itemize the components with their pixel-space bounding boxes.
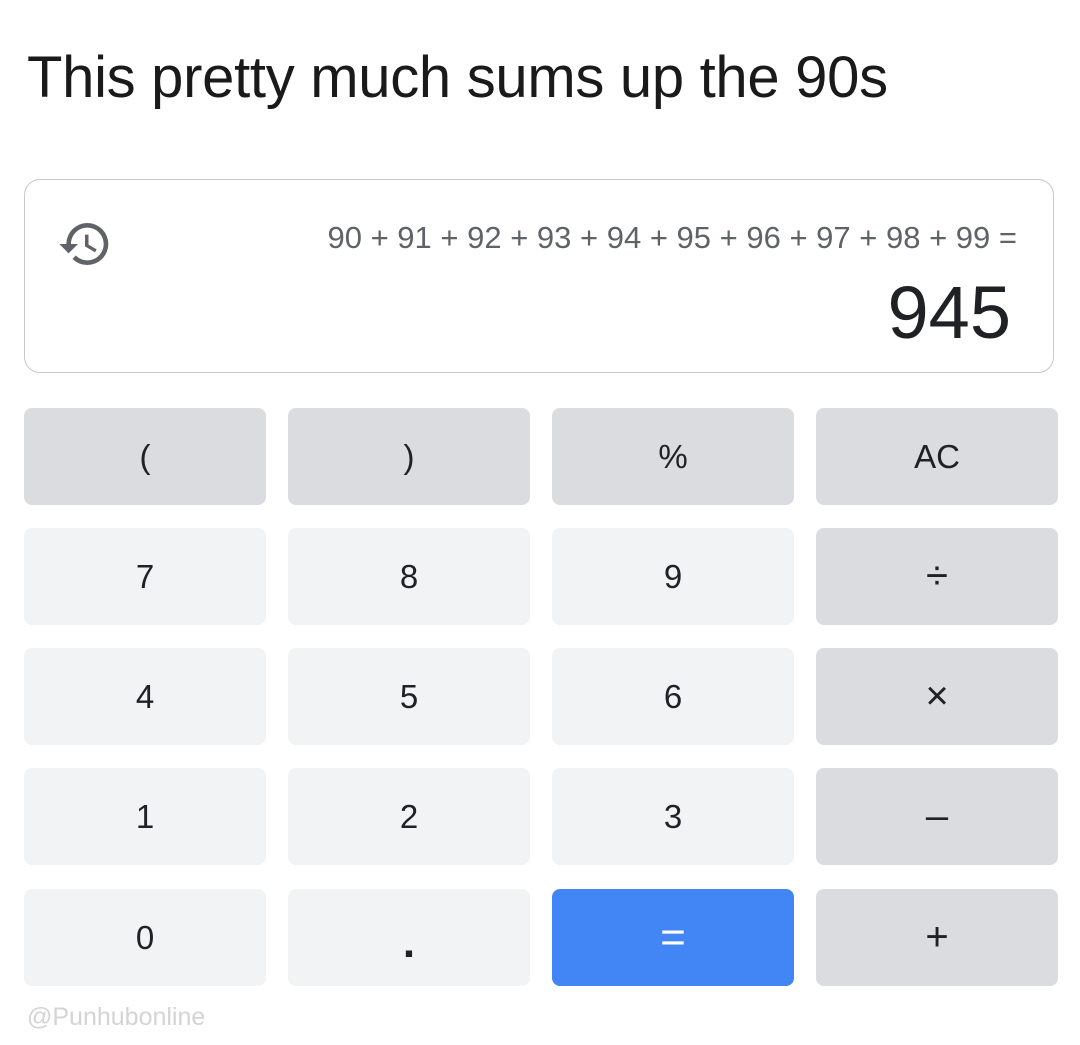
- minus-button[interactable]: –: [816, 768, 1058, 865]
- open-paren-button[interactable]: (: [24, 408, 266, 505]
- calculator-display: 90 + 91 + 92 + 93 + 94 + 95 + 96 + 97 + …: [24, 179, 1054, 373]
- digit-6-button[interactable]: 6: [552, 648, 794, 745]
- multiply-button[interactable]: ×: [816, 648, 1058, 745]
- digit-8-button[interactable]: 8: [288, 528, 530, 625]
- plus-button[interactable]: +: [816, 889, 1058, 986]
- calculator-keypad: ( ) % AC 7 8 9 ÷ 4 5 6 × 1 2 3 – 0 . = +: [24, 408, 1058, 988]
- digit-1-button[interactable]: 1: [24, 768, 266, 865]
- expression-text: 90 + 91 + 92 + 93 + 94 + 95 + 96 + 97 + …: [327, 220, 1018, 255]
- percent-button[interactable]: %: [552, 408, 794, 505]
- history-icon[interactable]: [57, 216, 113, 272]
- digit-3-button[interactable]: 3: [552, 768, 794, 865]
- digit-4-button[interactable]: 4: [24, 648, 266, 745]
- digit-5-button[interactable]: 5: [288, 648, 530, 745]
- digit-9-button[interactable]: 9: [552, 528, 794, 625]
- digit-7-button[interactable]: 7: [24, 528, 266, 625]
- digit-2-button[interactable]: 2: [288, 768, 530, 865]
- clear-button[interactable]: AC: [816, 408, 1058, 505]
- close-paren-button[interactable]: ): [288, 408, 530, 505]
- equals-button[interactable]: =: [552, 889, 794, 986]
- divide-button[interactable]: ÷: [816, 528, 1058, 625]
- digit-0-button[interactable]: 0: [24, 889, 266, 986]
- watermark: @Punhubonline: [27, 1003, 206, 1031]
- decimal-button[interactable]: .: [288, 889, 530, 986]
- result-text: 945: [887, 271, 1011, 354]
- meme-caption: This pretty much sums up the 90s: [27, 45, 888, 110]
